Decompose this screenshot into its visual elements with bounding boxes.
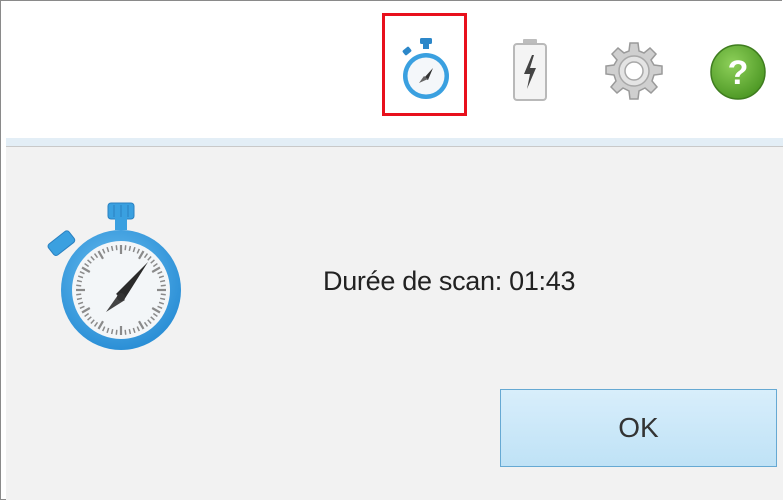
ok-button[interactable]: OK bbox=[500, 389, 777, 467]
dial-tick bbox=[110, 245, 114, 252]
dial-tick bbox=[76, 279, 83, 283]
dial-tick bbox=[76, 284, 82, 287]
toolbar-separator bbox=[6, 138, 783, 146]
dial-tick bbox=[159, 279, 166, 283]
dial-tick bbox=[160, 284, 166, 287]
dial-tick bbox=[159, 297, 166, 301]
dial-tick bbox=[115, 329, 118, 335]
dial-tick bbox=[128, 328, 132, 335]
dial-tick bbox=[115, 245, 118, 251]
gear-icon[interactable] bbox=[601, 40, 667, 106]
dial-tick bbox=[76, 293, 82, 296]
help-glyph: ? bbox=[728, 54, 749, 92]
dial-tick bbox=[160, 293, 166, 296]
highlight-box bbox=[382, 13, 467, 116]
help-icon[interactable]: ? bbox=[709, 43, 767, 101]
stopwatch-illustration-icon bbox=[47, 202, 181, 350]
scan-duration-message: Durée de scan: 01:43 bbox=[323, 266, 576, 296]
dial-tick bbox=[76, 297, 83, 301]
dial-tick bbox=[110, 328, 114, 335]
dial-tick bbox=[128, 245, 132, 252]
dial-tick bbox=[124, 245, 127, 251]
battery-icon[interactable] bbox=[510, 37, 550, 103]
dial-tick bbox=[124, 329, 127, 335]
